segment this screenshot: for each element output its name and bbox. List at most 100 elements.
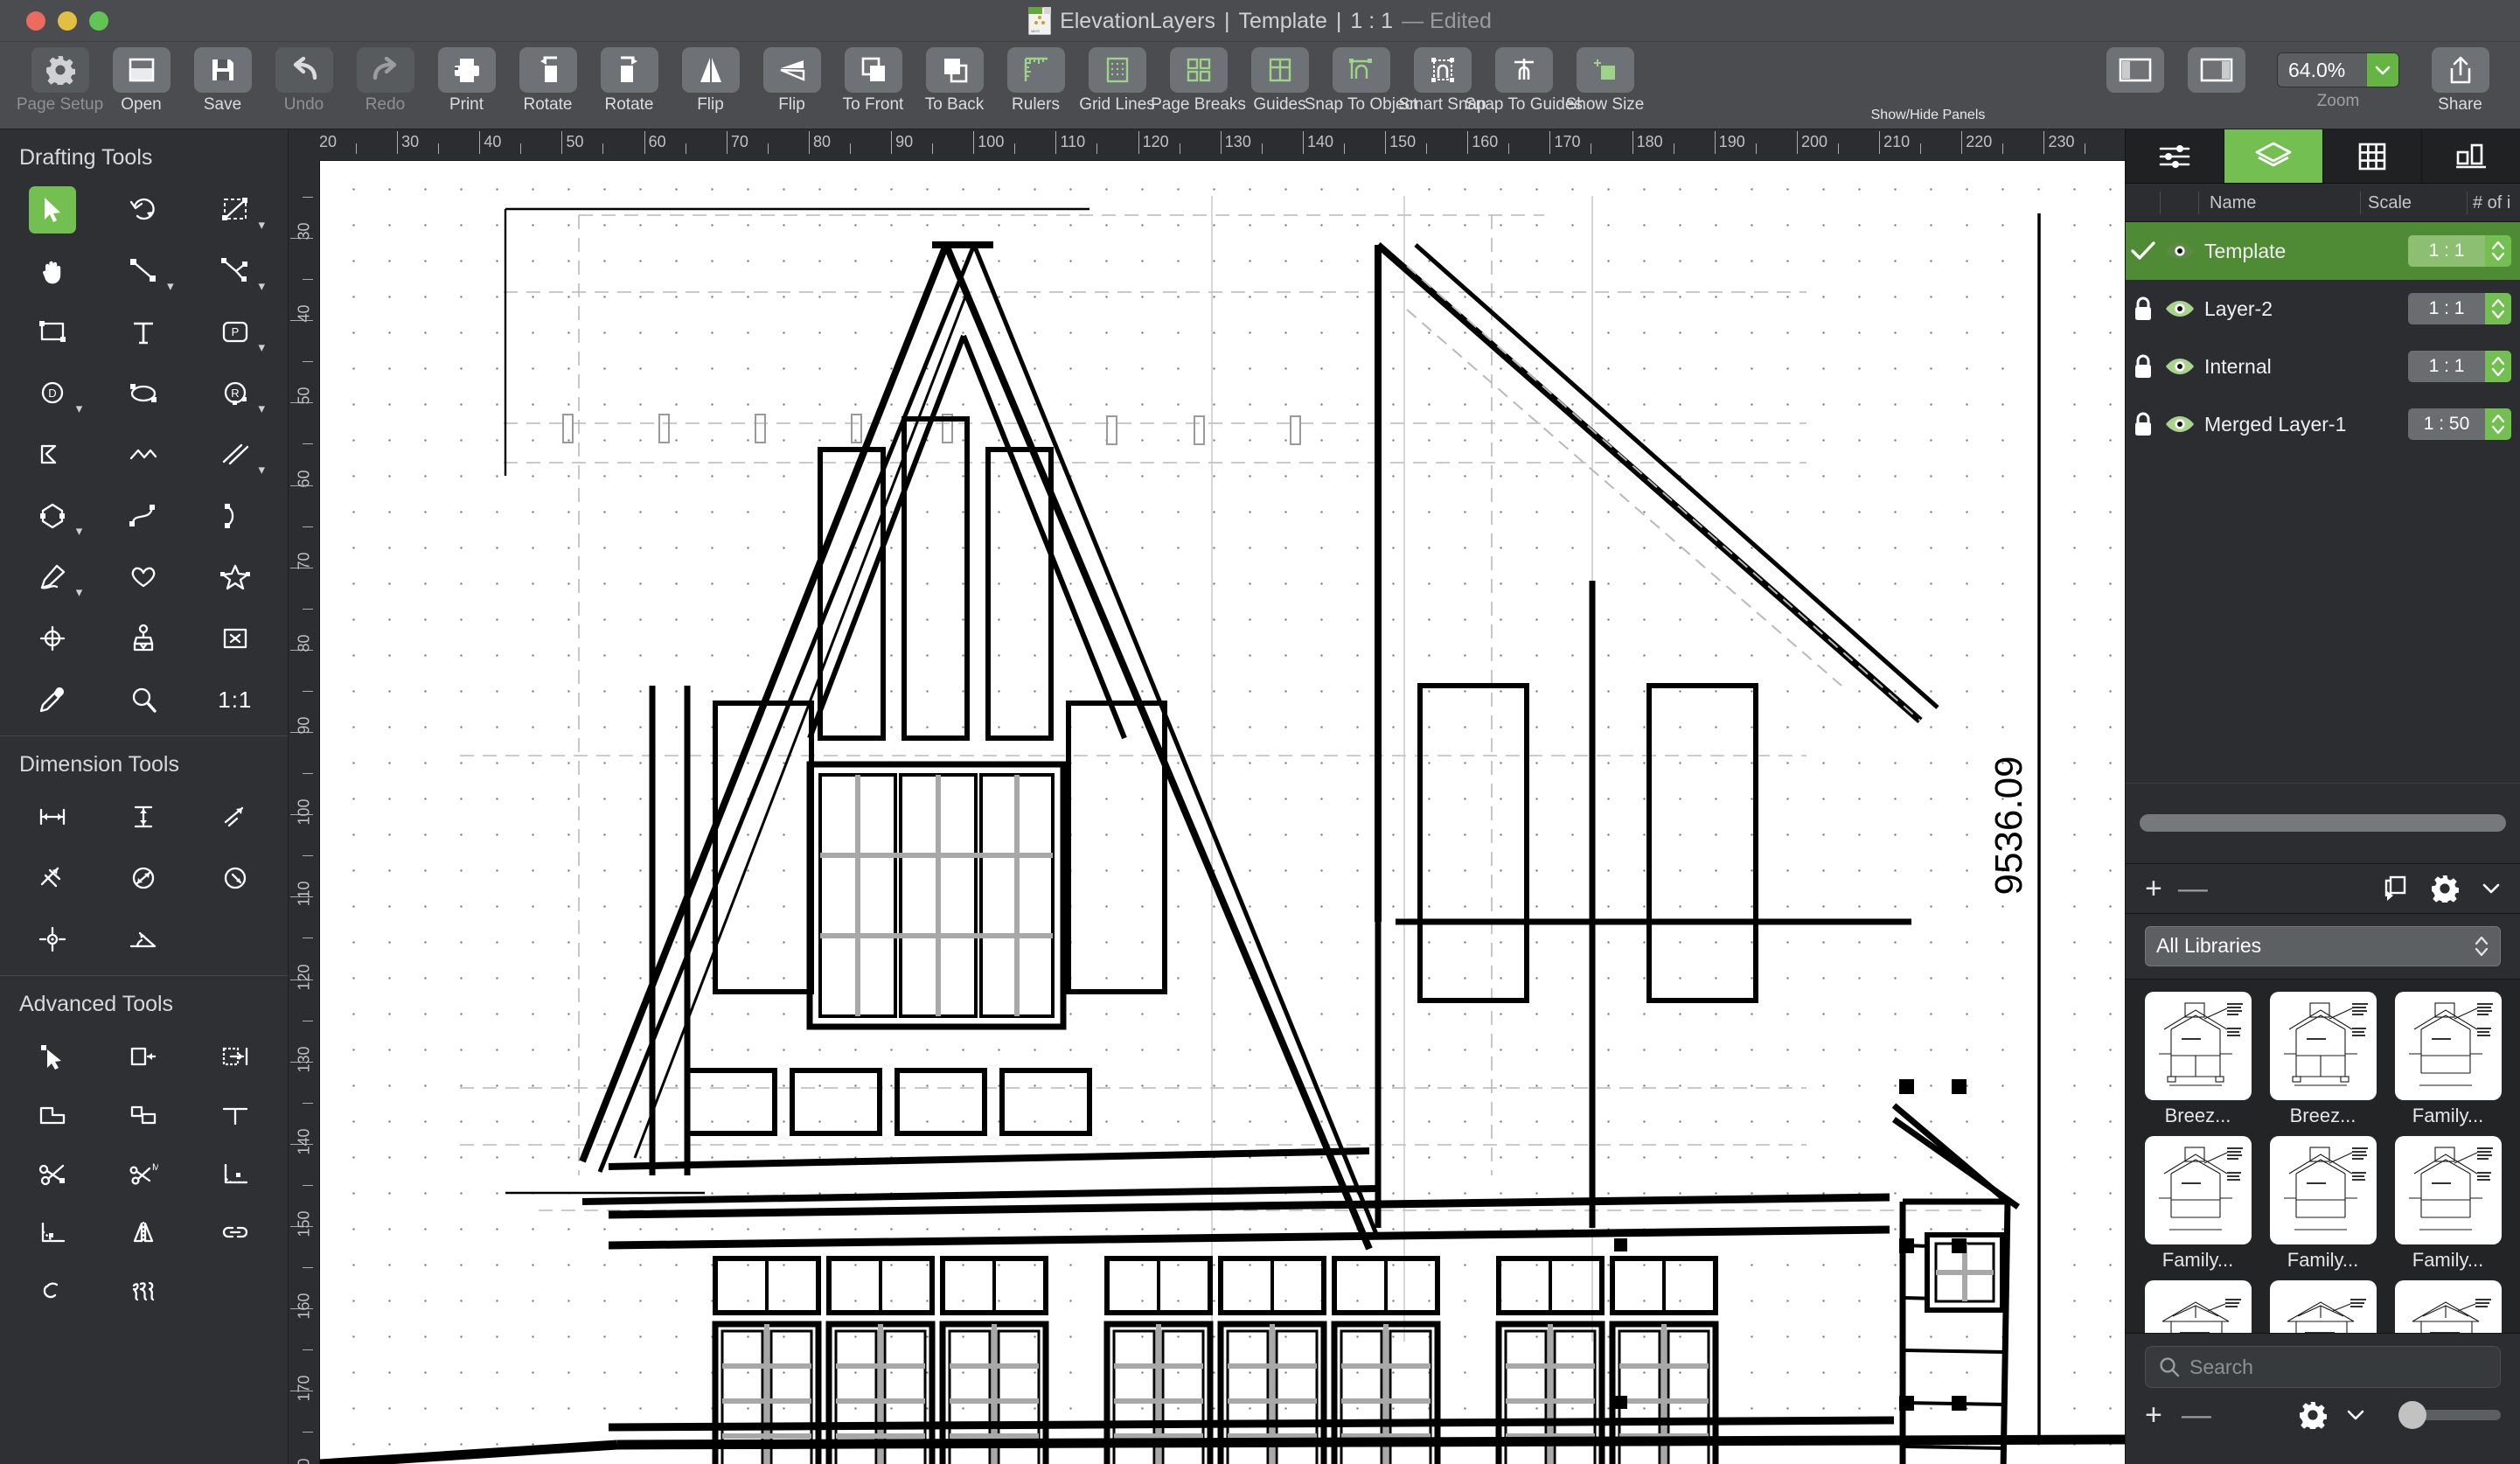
layers-horizontal-scrollbar[interactable] [2140, 814, 2506, 832]
delete-box-tool[interactable] [190, 611, 281, 666]
zoom-dropdown-button[interactable] [2367, 53, 2398, 87]
layer-scale-value[interactable]: 1 : 50 [2408, 408, 2485, 440]
eyedropper-tool[interactable] [7, 673, 98, 727]
hand-tool[interactable] [7, 244, 98, 298]
library-search-field[interactable]: Search [2145, 1346, 2501, 1388]
scale-stepper-icon[interactable] [2489, 411, 2507, 437]
library-item[interactable]: Garag... [2266, 1279, 2379, 1333]
eye-visibility-icon[interactable] [2164, 298, 2196, 319]
drawing-sheet[interactable]: 9536.09 [320, 161, 2125, 1464]
layer-scale-value[interactable]: 1 : 1 [2408, 351, 2485, 382]
flip-button[interactable]: Flip [670, 47, 751, 115]
flip-button[interactable]: Flip [751, 47, 832, 115]
show-hide-right-panel-button[interactable] [2175, 47, 2257, 93]
tab-attributes[interactable] [2126, 129, 2224, 183]
library-item-thumbnail[interactable] [2144, 1135, 2252, 1244]
layers-scroll-area[interactable] [2126, 782, 2520, 863]
library-thumbnail-grid[interactable]: Breez... Breez... Family... Family... Fa… [2126, 979, 2520, 1333]
remove-layer-button[interactable]: — [2178, 874, 2208, 903]
radius-dimension-tool[interactable] [190, 851, 281, 905]
share-button[interactable]: Share [2419, 47, 2501, 115]
layer-scale-step-button[interactable] [2485, 408, 2511, 440]
show-hide-left-panel-button[interactable] [2094, 47, 2175, 93]
layer-scale-step-button[interactable] [2485, 293, 2511, 324]
library-add-button[interactable]: + [2145, 1400, 2162, 1430]
lock-icon[interactable] [2132, 296, 2155, 322]
circle-diameter-tool[interactable]: D ▾ [7, 366, 98, 421]
link-tool[interactable] [190, 1205, 281, 1259]
library-item-thumbnail[interactable] [2394, 1135, 2502, 1244]
layer-scale-value[interactable]: 1 : 1 [2408, 235, 2485, 267]
drawing-canvas-area[interactable]: 20 30 40 50 60 70 80 90 100 110 120 130 140 150 160 170… [289, 129, 2125, 1464]
library-item[interactable]: Garag... [2141, 1279, 2254, 1333]
library-item-thumbnail[interactable] [2394, 1279, 2502, 1333]
library-item-thumbnail[interactable] [2269, 991, 2377, 1100]
library-item-thumbnail[interactable] [2144, 1279, 2252, 1333]
page-setup-button[interactable]: Page Setup [17, 47, 103, 115]
library-item[interactable]: Family... [2391, 991, 2504, 1127]
layer-visibility-toggle[interactable] [2161, 298, 2199, 319]
magnifier-tool[interactable] [98, 673, 189, 727]
duplicate-layer-icon[interactable] [2384, 875, 2408, 902]
parallel-lines-tool[interactable]: ▾ [190, 428, 281, 482]
zigzag-tool[interactable] [98, 428, 189, 482]
eye-visibility-icon[interactable] [2164, 356, 2196, 377]
checkmark-icon[interactable] [2130, 240, 2156, 262]
weld-tool[interactable] [98, 1264, 189, 1318]
subtract-shape-tool[interactable] [98, 1088, 189, 1142]
layer-name[interactable]: Layer-2 [2199, 297, 2408, 321]
stamp-tool[interactable] [98, 611, 189, 666]
layer-lock-toggle[interactable] [2126, 296, 2161, 322]
layer-name[interactable]: Internal [2199, 355, 2408, 379]
baseline-dimension-tool[interactable] [7, 851, 98, 905]
library-selector[interactable]: All Libraries [2145, 925, 2501, 966]
unlink-tool[interactable] [7, 1264, 98, 1318]
layer-settings-chevron-down-icon[interactable] [2482, 882, 2501, 896]
thumbnail-size-slider-knob[interactable] [2398, 1401, 2426, 1429]
eye-visibility-icon[interactable] [2164, 414, 2196, 435]
layer-scale-stepper[interactable]: 1 : 1 [2408, 235, 2511, 267]
tool-menu-chevron-icon[interactable]: ▾ [258, 219, 265, 232]
rotate-tool[interactable] [98, 183, 189, 237]
eye-visibility-icon[interactable] [2164, 241, 2196, 261]
scale-stepper-icon[interactable] [2489, 296, 2507, 322]
tool-menu-chevron-icon[interactable]: ▾ [258, 280, 265, 293]
layer-visibility-toggle[interactable] [2161, 414, 2199, 435]
layer-scale-step-button[interactable] [2485, 351, 2511, 382]
add-layer-button[interactable]: + [2145, 874, 2162, 903]
bezier-tool[interactable] [98, 489, 189, 543]
layer-scale-stepper[interactable]: 1 : 1 [2408, 351, 2511, 382]
zoom-value[interactable]: 64.0% [2278, 53, 2367, 87]
lock-icon[interactable] [2132, 353, 2155, 380]
library-remove-button[interactable]: — [2182, 1400, 2211, 1430]
library-item[interactable]: Family... [2141, 1135, 2254, 1272]
layer-name[interactable]: Template [2199, 240, 2408, 263]
align-right-tool[interactable] [190, 1029, 281, 1084]
scale-stepper-icon[interactable] [2489, 238, 2507, 264]
tool-menu-chevron-icon[interactable]: ▾ [76, 525, 83, 538]
horizontal-dimension-tool[interactable] [7, 790, 98, 844]
page-breaks-button[interactable]: Page Breaks [1151, 47, 1246, 115]
grid-lines-button[interactable]: Grid Lines [1076, 47, 1158, 115]
pencil-tool[interactable]: ▾ [7, 550, 98, 604]
layer-row[interactable]: Merged Layer-1 1 : 50 [2126, 395, 2520, 453]
library-item-thumbnail[interactable] [2144, 991, 2252, 1100]
snap-to-guides-button[interactable]: Snap To Guides [1465, 47, 1583, 115]
show-size-button[interactable]: Show Size [1564, 47, 1646, 115]
align-left-tool[interactable] [98, 1029, 189, 1084]
vertical-dimension-tool[interactable] [98, 790, 189, 844]
layer-row[interactable]: Layer-2 1 : 1 [2126, 280, 2520, 338]
zoom-control[interactable]: 64.0% [2277, 52, 2399, 87]
tool-menu-chevron-icon[interactable]: ▾ [258, 464, 265, 477]
thumbnail-size-slider[interactable] [2398, 1401, 2501, 1429]
layer-settings-gear-icon[interactable] [2431, 875, 2459, 903]
text-tool[interactable] [98, 305, 189, 359]
rulers-button[interactable]: Rulers [995, 47, 1076, 115]
undo-button[interactable]: Undo [263, 47, 345, 115]
tee-join-tool[interactable] [190, 1088, 281, 1142]
scale-box-tool[interactable]: ▾ [190, 183, 281, 237]
to-back-button[interactable]: To Back [914, 47, 995, 115]
tab-layers[interactable] [2224, 129, 2323, 183]
to-front-button[interactable]: To Front [832, 47, 914, 115]
aligned-dimension-tool[interactable] [190, 790, 281, 844]
